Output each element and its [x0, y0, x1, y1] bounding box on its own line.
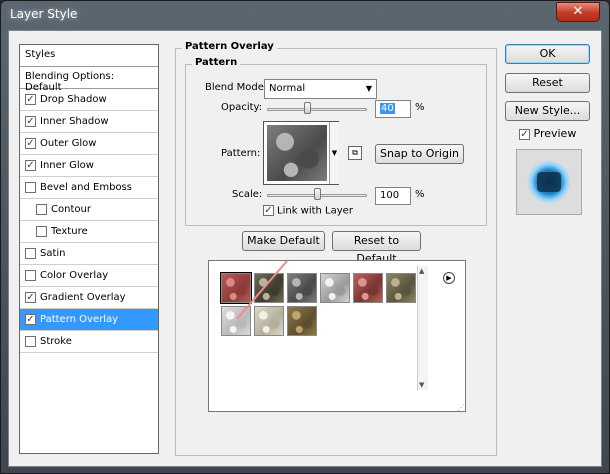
style-item-contour[interactable]: Contour	[20, 199, 158, 221]
new-style-button[interactable]: New Style...	[505, 101, 590, 121]
style-item-color-overlay[interactable]: Color Overlay	[20, 265, 158, 287]
preview-label: Preview	[533, 127, 577, 140]
title-bar[interactable]: Layer Style ✕	[1, 1, 609, 29]
opacity-unit: %	[415, 102, 425, 113]
style-item-label: Outer Glow	[40, 138, 97, 149]
style-item-label: Contour	[51, 204, 91, 215]
checkbox[interactable]: ✓	[25, 138, 36, 149]
section-title: Pattern Overlay	[182, 41, 277, 52]
scroll-down-icon[interactable]: ▼	[419, 381, 424, 389]
new-preset-icon: ⧉	[352, 148, 358, 157]
pattern-dropdown-arrow[interactable]: ▼	[329, 122, 339, 184]
checkbox[interactable]	[25, 270, 36, 281]
opacity-label: Opacity:	[221, 102, 263, 113]
checkbox[interactable]	[25, 336, 36, 347]
layer-style-dialog: Layer Style ✕ Styles Blending Options: D…	[0, 0, 610, 474]
selection-line-stroke	[236, 261, 288, 320]
preview-image	[527, 160, 571, 204]
checkbox[interactable]: ✓	[25, 160, 36, 171]
style-item-inner-shadow[interactable]: ✓ Inner Shadow	[20, 111, 158, 133]
checkbox[interactable]: ✓	[25, 292, 36, 303]
style-item-drop-shadow[interactable]: ✓ Drop Shadow	[20, 89, 158, 111]
style-item-outer-glow[interactable]: ✓ Outer Glow	[20, 133, 158, 155]
checkbox[interactable]: ✓	[25, 314, 36, 325]
style-item-label: Stroke	[40, 336, 72, 347]
scale-value: 100	[380, 190, 400, 201]
picker-menu-button[interactable]: ▶	[443, 272, 455, 284]
window-title: Layer Style	[10, 7, 78, 21]
snap-to-origin-button[interactable]: Snap to Origin	[375, 144, 464, 164]
picker-scrollbar[interactable]: ▲ ▼	[417, 266, 428, 390]
link-with-layer-label: Link with Layer	[277, 205, 353, 217]
style-preview-thumbnail	[516, 149, 582, 215]
styles-list: Styles Blending Options: Default ✓ Drop S…	[19, 44, 159, 454]
ok-button[interactable]: OK	[505, 44, 590, 64]
style-item-inner-glow[interactable]: ✓ Inner Glow	[20, 155, 158, 177]
pattern-group-title: Pattern	[192, 57, 241, 68]
style-item-label: Inner Shadow	[40, 116, 109, 127]
style-item-label: Gradient Overlay	[40, 292, 126, 303]
checkbox[interactable]	[36, 226, 47, 237]
scale-label: Scale:	[232, 189, 263, 200]
checkbox[interactable]: ✓	[25, 94, 36, 105]
chevron-down-icon: ▼	[365, 84, 372, 93]
style-item-label: Satin	[40, 248, 66, 259]
scroll-up-icon[interactable]: ▲	[419, 267, 424, 275]
opacity-slider-thumb[interactable]	[304, 102, 311, 114]
blend-mode-label: Blend Mode:	[205, 82, 268, 93]
style-item-label: Inner Glow	[40, 160, 94, 171]
scale-input[interactable]: 100	[375, 187, 411, 205]
link-with-layer-check-icon: ✓	[263, 205, 274, 216]
preview-checkbox[interactable]: ✓ Preview	[519, 127, 576, 140]
style-item-pattern-overlay[interactable]: ✓ Pattern Overlay	[20, 309, 158, 331]
current-pattern-swatch	[267, 125, 327, 181]
scale-slider-thumb[interactable]	[314, 188, 321, 200]
style-item-label: Drop Shadow	[40, 94, 107, 105]
reset-button[interactable]: Reset	[505, 73, 590, 93]
menu-arrow-icon: ▶	[446, 274, 452, 282]
make-default-button[interactable]: Make Default	[242, 231, 325, 251]
checkbox[interactable]: ✓	[25, 116, 36, 127]
opacity-value: 40	[380, 103, 395, 114]
reset-to-default-button[interactable]: Reset to Default	[332, 231, 421, 265]
style-item-label: Texture	[51, 226, 88, 237]
chevron-down-icon: ▼	[331, 149, 338, 157]
opacity-input[interactable]: 40	[375, 100, 411, 118]
style-item-stroke[interactable]: Stroke	[20, 331, 158, 353]
close-icon: ✕	[572, 4, 584, 19]
styles-header[interactable]: Styles	[20, 45, 158, 67]
style-item-bevel-and-emboss[interactable]: Bevel and Emboss	[20, 177, 158, 199]
blending-options-item[interactable]: Blending Options: Default	[20, 67, 158, 93]
selection-line	[236, 261, 288, 320]
blend-mode-value: Normal	[269, 83, 306, 94]
link-with-layer-checkbox[interactable]: ✓ Link with Layer	[263, 205, 353, 217]
style-item-label: Pattern Overlay	[40, 314, 119, 325]
style-item-satin[interactable]: Satin	[20, 243, 158, 265]
style-item-gradient-overlay[interactable]: ✓ Gradient Overlay	[20, 287, 158, 309]
pattern-picker-button[interactable]: ▼	[263, 121, 339, 185]
pattern-label: Pattern:	[221, 148, 261, 159]
dialog-body: Styles Blending Options: Default ✓ Drop S…	[8, 30, 602, 467]
checkbox[interactable]	[36, 204, 47, 215]
style-item-label: Bevel and Emboss	[40, 182, 132, 193]
scale-unit: %	[415, 189, 425, 200]
resize-grip-icon[interactable]: ⋰	[457, 403, 465, 412]
style-items: ✓ Drop Shadow ✓ Inner Shadow ✓ Outer Glow ✓ Inn…	[20, 89, 158, 353]
checkbox[interactable]	[25, 182, 36, 193]
checkbox[interactable]	[25, 248, 36, 259]
style-item-texture[interactable]: Texture	[20, 221, 158, 243]
close-button[interactable]: ✕	[556, 2, 600, 22]
preview-check-icon: ✓	[519, 129, 530, 140]
opacity-slider-track[interactable]	[267, 108, 367, 111]
pattern-picker-panel: ▲ ▼ ▶	[208, 260, 466, 412]
style-item-label: Color Overlay	[40, 270, 109, 281]
new-preset-button[interactable]: ⧉	[348, 146, 362, 160]
blend-mode-select[interactable]: Normal ▼	[264, 79, 377, 99]
